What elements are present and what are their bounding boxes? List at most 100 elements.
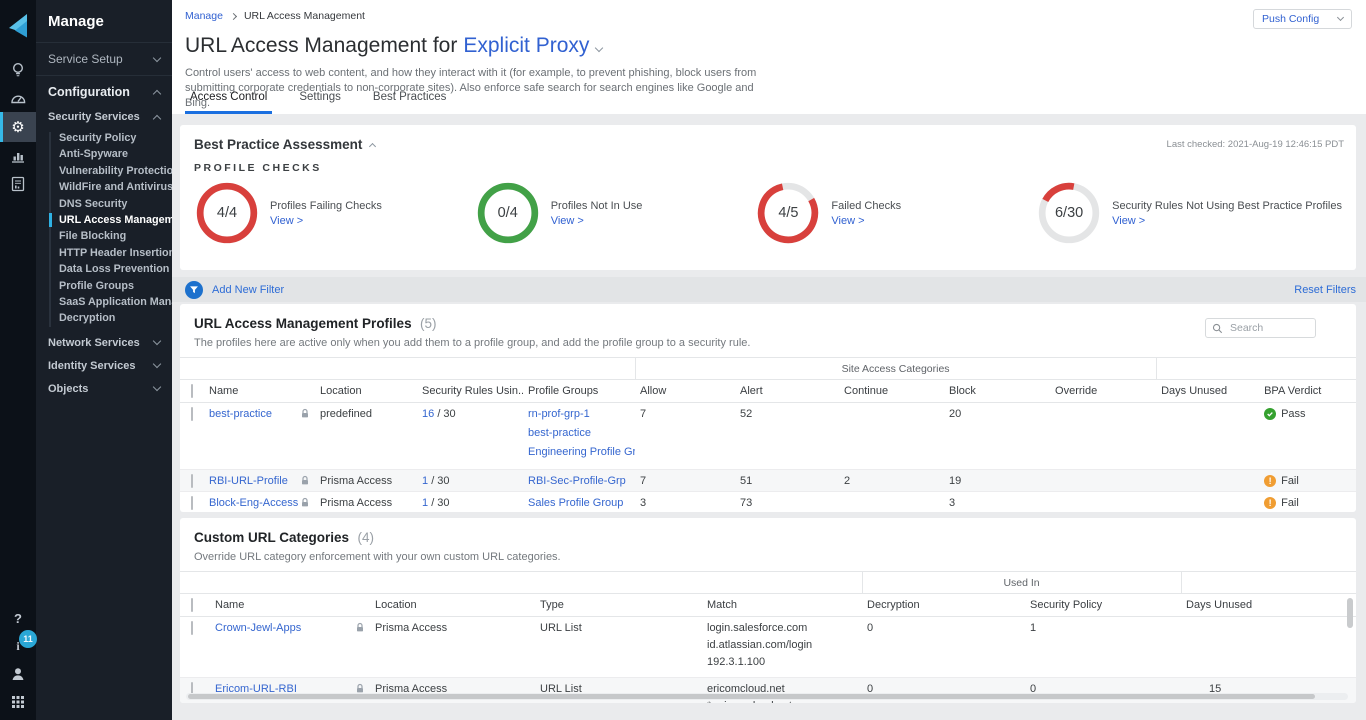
- col-alert[interactable]: Alert: [735, 380, 839, 403]
- profile-group-link[interactable]: RBI-Sec-Profile-Grp: [528, 475, 626, 487]
- user-icon[interactable]: [0, 660, 36, 688]
- cell-block: 3: [944, 492, 1050, 513]
- breadcrumb-manage-link[interactable]: Manage: [185, 10, 223, 22]
- view-link[interactable]: View >: [270, 215, 382, 227]
- cell-match: login.salesforce.com id.atlassian.com/lo…: [702, 617, 862, 678]
- sidebar-item-data-loss-prevention[interactable]: Data Loss Prevention: [36, 261, 172, 277]
- sidebar-item-objects[interactable]: Objects: [36, 377, 172, 400]
- horizontal-scrollbar: [186, 693, 1348, 700]
- row-checkbox[interactable]: [191, 496, 193, 510]
- col-continue[interactable]: Continue: [839, 380, 944, 403]
- cell-allow: 7: [635, 470, 735, 492]
- cell-bpa-verdict: !Fail: [1259, 492, 1356, 513]
- sidebar: Manage Service Setup Configuration Secur…: [36, 0, 172, 720]
- sidebar-item-network-services[interactable]: Network Services: [36, 331, 172, 354]
- table-row: best-practice predefined 16 / 30 rn-prof…: [180, 403, 1356, 470]
- dashboard-gauge-icon[interactable]: [0, 84, 36, 112]
- col-location[interactable]: Location: [315, 380, 417, 403]
- tab-access-control[interactable]: Access Control: [185, 91, 272, 114]
- view-link[interactable]: View >: [551, 215, 643, 227]
- sidebar-item-saas-application-management[interactable]: SaaS Application Management: [36, 294, 172, 310]
- bpa-title[interactable]: Best Practice Assessment: [194, 137, 375, 152]
- col-allow[interactable]: Allow: [635, 380, 735, 403]
- sidebar-title: Manage: [36, 0, 172, 43]
- col-override[interactable]: Override: [1050, 380, 1156, 403]
- sidebar-item-configuration[interactable]: Configuration: [36, 76, 172, 105]
- info-icon[interactable]: i 11: [0, 632, 36, 660]
- sidebar-item-service-setup[interactable]: Service Setup: [36, 43, 172, 76]
- col-security-policy[interactable]: Security Policy: [1025, 594, 1181, 617]
- col-profile-groups[interactable]: Profile Groups: [523, 380, 635, 403]
- donut-profiles-not-in-use: 0/4 Profiles Not In Use View >: [475, 180, 756, 246]
- sidebar-item-vulnerability-protection[interactable]: Vulnerability Protection: [36, 163, 172, 179]
- apps-grid-icon[interactable]: [0, 688, 36, 716]
- rules-count-link[interactable]: 1: [422, 497, 428, 509]
- cell-override: [1050, 470, 1156, 492]
- sidebar-item-identity-services[interactable]: Identity Services: [36, 354, 172, 377]
- view-link[interactable]: View >: [1112, 215, 1342, 227]
- sidebar-item-decryption[interactable]: Decryption: [36, 310, 172, 326]
- monitor-chart-icon[interactable]: [0, 142, 36, 170]
- row-checkbox[interactable]: [191, 474, 193, 488]
- sidebar-item-security-services[interactable]: Security Services: [36, 105, 172, 128]
- cell-block: 20: [944, 403, 1050, 470]
- category-name-link[interactable]: Crown-Jewl-Apps: [215, 622, 301, 634]
- sidebar-item-security-policy[interactable]: Security Policy: [36, 130, 172, 146]
- scrollbar-thumb[interactable]: [1347, 598, 1353, 628]
- configuration-gear-icon[interactable]: ⚙: [0, 112, 36, 142]
- sidebar-item-http-header-insertion[interactable]: HTTP Header Insertion: [36, 245, 172, 261]
- row-checkbox[interactable]: [191, 621, 193, 635]
- col-location[interactable]: Location: [370, 594, 535, 617]
- tab-bar: Access Control Settings Best Practices: [185, 91, 473, 114]
- col-bpa-verdict[interactable]: BPA Verdict: [1259, 380, 1356, 403]
- chevron-up-icon: [153, 114, 161, 122]
- sidebar-item-file-blocking[interactable]: File Blocking: [36, 228, 172, 244]
- reset-filters-link[interactable]: Reset Filters: [1294, 284, 1356, 296]
- col-name[interactable]: Name: [210, 594, 370, 617]
- col-name[interactable]: Name: [204, 380, 315, 403]
- col-block[interactable]: Block: [944, 380, 1050, 403]
- proxy-scope-selector[interactable]: Explicit Proxy: [463, 34, 589, 58]
- sidebar-item-wildfire-antivirus[interactable]: WildFire and Antivirus: [36, 179, 172, 195]
- cell-days-unused: [1156, 403, 1259, 470]
- help-icon[interactable]: ?: [0, 604, 36, 632]
- tab-best-practices[interactable]: Best Practices: [368, 91, 452, 114]
- sidebar-item-url-access-management[interactable]: URL Access Management: [36, 212, 172, 228]
- app-logo-icon[interactable]: [0, 0, 36, 50]
- filter-funnel-icon[interactable]: [185, 281, 203, 299]
- col-type[interactable]: Type: [535, 594, 702, 617]
- push-config-button[interactable]: Push Config: [1253, 9, 1352, 29]
- profile-name-link[interactable]: best-practice: [209, 408, 272, 420]
- categories-section-subtitle: Override URL category enforcement with y…: [194, 551, 1342, 563]
- col-days-unused[interactable]: Days Unused: [1181, 594, 1356, 617]
- profile-group-link[interactable]: rn-prof-grp-1: [528, 408, 630, 420]
- chevron-down-icon: [153, 53, 161, 61]
- select-all-checkbox[interactable]: [191, 598, 193, 612]
- sidebar-item-anti-spyware[interactable]: Anti-Spyware: [36, 146, 172, 162]
- profile-name-link[interactable]: RBI-URL-Profile: [209, 475, 288, 487]
- scrollbar-thumb[interactable]: [188, 694, 1315, 699]
- tab-settings[interactable]: Settings: [294, 91, 346, 114]
- table-row: RBI-URL-Profile Prisma Access 1 / 30 RBI…: [180, 470, 1356, 492]
- profile-group-link[interactable]: best-practice: [528, 427, 630, 439]
- rules-count-link[interactable]: 1: [422, 475, 428, 487]
- sidebar-item-profile-groups[interactable]: Profile Groups: [36, 278, 172, 294]
- profile-group-link[interactable]: Sales Profile Group: [528, 497, 623, 509]
- col-decryption[interactable]: Decryption: [862, 594, 1025, 617]
- col-security-rules[interactable]: Security Rules Usin...: [417, 380, 523, 403]
- profile-name-link[interactable]: Block-Eng-Access: [209, 497, 298, 509]
- insights-lightbulb-icon[interactable]: [0, 56, 36, 84]
- reports-document-icon[interactable]: [0, 170, 36, 198]
- view-link[interactable]: View >: [831, 215, 901, 227]
- col-match[interactable]: Match: [702, 594, 862, 617]
- select-all-checkbox[interactable]: [191, 384, 193, 398]
- col-days-unused[interactable]: Days Unused: [1156, 380, 1259, 403]
- donut-row: 4/4 Profiles Failing Checks View > 0/4 P…: [180, 174, 1356, 246]
- profile-group-link[interactable]: Engineering Profile Grou: [528, 446, 630, 458]
- search-input[interactable]: [1228, 321, 1308, 335]
- rules-count-link[interactable]: 16: [422, 408, 434, 420]
- row-checkbox[interactable]: [191, 407, 193, 421]
- sidebar-item-dns-security[interactable]: DNS Security: [36, 196, 172, 212]
- page-title: URL Access Management for Explicit Proxy: [185, 34, 602, 58]
- add-new-filter-link[interactable]: Add New Filter: [212, 284, 284, 296]
